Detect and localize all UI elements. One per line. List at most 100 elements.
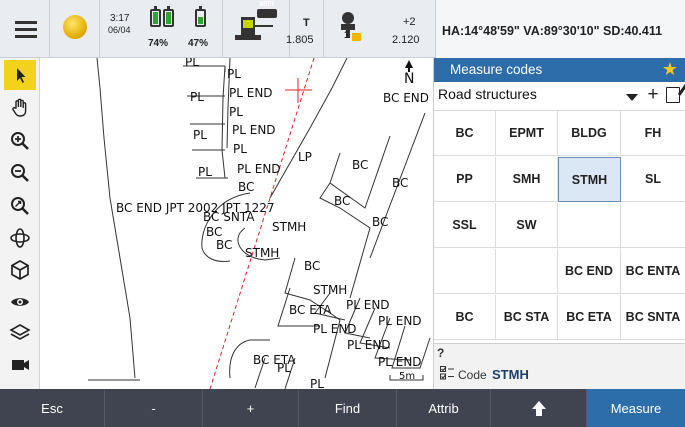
code-button-fh[interactable]: FH	[621, 111, 685, 156]
code-button-bc-snta[interactable]: BC SNTA	[621, 295, 685, 340]
panel-header: Measure codes ★	[434, 58, 685, 82]
attrib-button[interactable]: Attrib	[397, 389, 491, 427]
code-label: Code	[458, 368, 487, 382]
code-button-bc[interactable]: BC	[434, 295, 496, 340]
layers-button[interactable]	[4, 318, 36, 348]
code-button-empty[interactable]	[621, 203, 685, 248]
map-label: PL END	[346, 298, 390, 312]
code-button-bc-eta[interactable]: BC ETA	[558, 295, 621, 340]
map-label: LP	[298, 150, 312, 164]
map-label: PL	[229, 105, 243, 119]
code-button-empty[interactable]	[496, 249, 558, 294]
code-button-epmt[interactable]: EPMT	[496, 111, 558, 156]
scale-label: 5m	[399, 371, 416, 382]
eye-icon	[11, 298, 29, 306]
camera-button[interactable]	[4, 350, 36, 380]
code-value: STMH	[492, 367, 529, 382]
code-button-sw[interactable]: SW	[496, 203, 558, 248]
description-text: ?	[437, 346, 445, 360]
map-label: PL END	[378, 314, 422, 328]
code-button-stmh[interactable]: STMH	[558, 157, 621, 202]
job-globe-button[interactable]	[50, 0, 100, 58]
code-button-bc-end[interactable]: BC END	[558, 249, 621, 294]
select-tool-button[interactable]	[4, 60, 36, 90]
code-group-row: Road structures +	[434, 82, 685, 111]
pan-hand-icon	[12, 98, 27, 117]
receiver-mode: T	[303, 17, 310, 29]
code-button-ssl[interactable]: SSL	[434, 203, 496, 248]
map-label: PL END	[313, 322, 357, 336]
battery-1-icon	[150, 6, 161, 27]
map-view[interactable]: PL PL PL PL END PL PL PL END PL PL PL EN…	[40, 58, 433, 389]
code-button-pp[interactable]: PP	[434, 157, 496, 202]
code-button-empty[interactable]	[434, 249, 496, 294]
time-text: 3:17	[110, 13, 130, 24]
hamburger-line	[15, 28, 37, 31]
code-button-bc-sta[interactable]: BC STA	[496, 295, 558, 340]
map-label: BC	[206, 225, 223, 239]
code-group-select[interactable]: Road structures	[438, 86, 638, 108]
map-label: PL	[277, 361, 291, 375]
map-label: PL END	[237, 162, 281, 176]
map-label: STMH	[272, 220, 307, 234]
zoom-in-icon	[11, 132, 29, 150]
orbit-icon	[10, 228, 30, 248]
target-status[interactable]: 1 +2 2.120	[324, 0, 436, 58]
wifi-label: WIFI	[259, 1, 274, 8]
map-label: BC	[372, 215, 389, 229]
code-button-sl[interactable]: SL	[621, 157, 685, 202]
globe-icon	[63, 15, 87, 39]
readout-text: HA:14°48'59" VA:89°30'10" SD:40.411	[442, 24, 663, 38]
softkey-bar: Esc - + Find Attrib Measure	[0, 389, 685, 427]
visibility-button[interactable]	[4, 287, 36, 317]
star-icon[interactable]: ★	[662, 59, 678, 80]
code-button-bc-enta[interactable]: BC ENTA	[621, 249, 685, 294]
map-label: BC SNTA	[203, 210, 255, 224]
measure-codes-panel: Measure codes ★ Road structures + BC EPMT…	[433, 58, 685, 389]
code-button-smh[interactable]: SMH	[496, 157, 558, 202]
map-toolbar	[0, 58, 40, 389]
zoom-out-button[interactable]	[4, 158, 36, 188]
plus-button[interactable]: +	[203, 389, 299, 427]
instrument-status[interactable]: WIFI T 1.805	[222, 0, 324, 58]
map-label: STMH	[313, 283, 348, 297]
camera-icon	[12, 360, 29, 370]
map-label: PL END	[378, 355, 422, 369]
map-label: PL	[227, 67, 241, 81]
add-group-button[interactable]: +	[644, 84, 662, 106]
map-label: BC	[392, 176, 409, 190]
rtk-prefix: +2	[403, 16, 416, 28]
orbit-button[interactable]	[4, 223, 36, 253]
minus-button[interactable]: -	[105, 389, 203, 427]
zoom-extents-button[interactable]	[4, 191, 36, 221]
checklist-icon[interactable]	[440, 366, 454, 380]
measure-button[interactable]: Measure	[587, 389, 685, 427]
map-label: BC ETA	[289, 303, 332, 317]
code-button-bc[interactable]: BC	[434, 111, 496, 156]
chevron-down-icon	[626, 94, 638, 101]
battery-1-percent: 74%	[148, 38, 169, 49]
code-button-empty[interactable]	[558, 203, 621, 248]
battery-2-icon	[195, 6, 206, 27]
zoom-in-button[interactable]	[4, 126, 36, 156]
battery-2-percent: 47%	[188, 38, 209, 49]
code-group-value: Road structures	[438, 86, 537, 102]
shift-button[interactable]	[491, 389, 587, 427]
satellite-count: 1	[344, 30, 350, 41]
edit-group-icon[interactable]	[666, 87, 680, 103]
map-label: BC	[238, 180, 255, 194]
measurement-readout[interactable]: HA:14°48'59" VA:89°30'10" SD:40.411	[436, 0, 685, 58]
esc-button[interactable]: Esc	[0, 389, 105, 427]
menu-button[interactable]	[0, 0, 50, 58]
status-bar: 3:17 06/04 74% 47% WIFI T 1.805 1 +2 2.1…	[0, 0, 685, 58]
code-button-bldg[interactable]: BLDG	[558, 111, 621, 156]
map-label: PL END	[347, 338, 391, 352]
map-label: PL	[185, 58, 199, 69]
map-label: PL	[233, 142, 247, 156]
pan-tool-button[interactable]	[4, 93, 36, 123]
find-button[interactable]: Find	[299, 389, 397, 427]
arrow-up-icon	[531, 401, 546, 416]
map-label: PL	[190, 90, 204, 104]
view-cube-button[interactable]	[4, 255, 36, 285]
lock-icon	[352, 33, 361, 41]
